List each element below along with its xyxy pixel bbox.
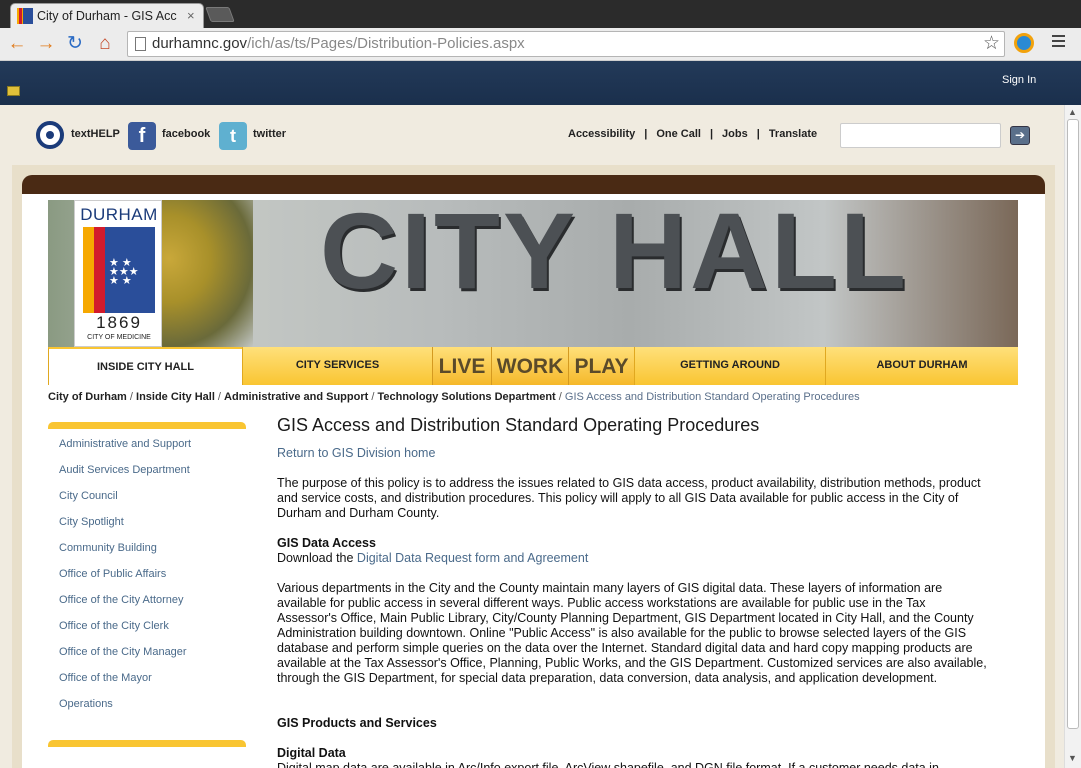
sidebar-item-operations[interactable]: Operations [59,698,113,710]
page-icon [135,37,146,51]
browser-toolbar: ← → ↻ ⌂ durhamnc.gov/ich/as/ts/Pages/Dis… [0,28,1081,61]
browser-tab[interactable]: City of Durham - GIS Acce × [10,3,204,28]
search-go-button[interactable]: ➔ [1010,126,1030,145]
sidebar-item-community-building[interactable]: Community Building [59,542,157,554]
browser-tabstrip: City of Durham - GIS Acce × [0,0,1081,28]
intro-paragraph: The purpose of this policy is to address… [277,476,981,520]
sidebar-item-city-spotlight[interactable]: City Spotlight [59,516,124,528]
breadcrumb-item[interactable]: City of Durham [48,391,127,403]
gis-data-access-heading: GIS Data Access [277,536,376,550]
digital-data-heading: Digital Data [277,746,346,760]
vertical-scrollbar[interactable]: ▲ ▼ [1064,105,1081,768]
reload-icon: ↻ [67,33,83,54]
facebook-link[interactable]: facebook [162,128,210,140]
arrow-right-icon: → [36,33,56,54]
various-paragraph: Various departments in the City and the … [277,581,987,685]
stars-icon: ★ ★ ★★★ ★ ★ [109,257,139,287]
main-nav: INSIDE CITY HALL CITY SERVICES LIVE WORK… [48,347,1018,385]
bookmark-star-icon[interactable]: ☆ [983,32,1000,55]
home-icon: ⌂ [99,33,111,54]
sidebar-item-city-council[interactable]: City Council [59,490,118,502]
forward-button[interactable]: → [34,32,58,56]
one-call-link[interactable]: One Call [656,128,701,140]
sign-in-link[interactable]: Sign In [1002,74,1036,86]
sidebar-box-2 [48,740,246,768]
scrollbar-thumb[interactable] [1067,119,1079,729]
breadcrumb-item[interactable]: Inside City Hall [136,391,215,403]
logo-city-name: DURHAM [80,205,158,224]
sidebar-top-strip [48,740,246,747]
scroll-up-icon[interactable]: ▲ [1068,107,1077,117]
breadcrumb-current: GIS Access and Distribution Standard Ope… [564,391,860,403]
extension-icon[interactable] [1014,33,1034,53]
durham-logo[interactable]: DURHAM ★ ★ ★★★ ★ ★ 1869 CITY OF MEDICINE [74,200,162,347]
nav-getting-around[interactable]: GETTING AROUND [634,347,825,385]
logo-year: 1869 [96,313,142,332]
page-title: GIS Access and Distribution Standard Ope… [277,415,760,435]
site-search-input[interactable] [840,123,1001,148]
arrow-left-icon: ← [7,33,27,54]
sidebar-item-administrative-and-support[interactable]: Administrative and Support [59,438,191,450]
url-path: /ich/as/ts/Pages/Distribution-Policies.a… [247,35,525,52]
accessibility-link[interactable]: Accessibility [568,128,635,140]
menu-icon[interactable] [1052,35,1065,50]
back-button[interactable]: ← [5,32,29,56]
new-tab-button[interactable] [205,7,235,22]
twitter-link[interactable]: twitter [253,128,286,140]
download-row: Download the Digital Data Request form a… [277,551,987,566]
texthelp-link[interactable]: textHELP [71,128,120,140]
sidebar-item-city-attorney[interactable]: Office of the City Attorney [59,594,184,606]
return-link-row: Return to GIS Division home [277,446,987,461]
digital-data-request-link[interactable]: Digital Data Request form and Agreement [357,551,588,565]
sidebar-item-mayor[interactable]: Office of the Mayor [59,672,152,684]
nav-inside-city-hall[interactable]: INSIDE CITY HALL [48,347,242,385]
arrow-right-icon: ➔ [1014,128,1026,142]
tab-title: City of Durham - GIS Acce [37,9,177,23]
home-button[interactable]: ⌂ [93,32,117,56]
return-to-gis-link[interactable]: Return to GIS Division home [277,446,435,460]
address-bar[interactable]: durhamnc.gov/ich/as/ts/Pages/Distributio… [127,31,1005,57]
durham-favicon-icon [17,8,33,24]
sidebar-item-city-manager[interactable]: Office of the City Manager [59,646,187,658]
sidebar-top-strip [48,422,246,429]
twitter-icon[interactable]: t [219,122,247,150]
nav-city-services[interactable]: CITY SERVICES [242,347,432,385]
breadcrumb-item[interactable]: Technology Solutions Department [377,391,555,403]
top-links: Accessibility | One Call | Jobs | Translate [568,128,818,140]
sidebar-item-public-affairs[interactable]: Office of Public Affairs [59,568,166,580]
texthelp-icon[interactable] [36,121,64,149]
facebook-icon[interactable]: f [128,122,156,150]
sidebar-item-city-clerk[interactable]: Office of the City Clerk [59,620,169,632]
url-text: durhamnc.gov/ich/as/ts/Pages/Distributio… [152,35,525,52]
gis-products-heading: GIS Products and Services [277,716,437,730]
scroll-down-icon[interactable]: ▼ [1068,753,1077,763]
breadcrumb-item[interactable]: Administrative and Support [224,391,368,403]
jobs-link[interactable]: Jobs [722,128,748,140]
nav-live[interactable]: LIVE [432,347,491,385]
nav-work[interactable]: WORK [491,347,568,385]
sidebar-item-audit-services[interactable]: Audit Services Department [59,464,190,476]
translate-link[interactable]: Translate [769,128,817,140]
nav-play[interactable]: PLAY [568,347,634,385]
url-host: durhamnc.gov [152,35,248,52]
nav-about-durham[interactable]: ABOUT DURHAM [825,347,1018,385]
logo-tagline: CITY OF MEDICINE [87,334,151,341]
reload-button[interactable]: ↻ [63,32,87,56]
digital-data-paragraph: Digital map data are available in Arc/In… [277,761,939,768]
download-prefix: Download the [277,551,357,565]
banner-heading: CITY HALL [320,190,909,311]
tab-close-icon[interactable]: × [187,8,195,23]
logo-flag: ★ ★ ★★★ ★ ★ [83,227,155,313]
breadcrumb: City of Durham / Inside City Hall / Admi… [48,391,860,403]
sidebar-menu: Administrative and Support Audit Service… [48,422,246,722]
site-top-bar: Sign In [0,61,1081,105]
folder-icon[interactable] [7,86,20,96]
